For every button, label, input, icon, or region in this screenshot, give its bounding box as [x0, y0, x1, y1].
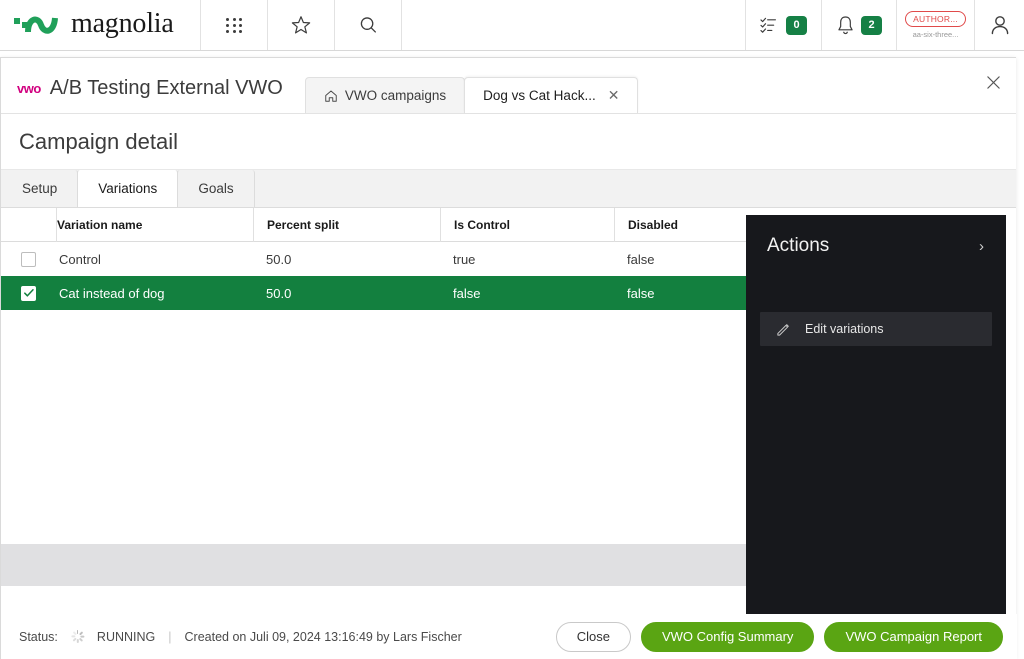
table-header-percent-split[interactable]: Percent split: [253, 208, 440, 242]
page-title: Campaign detail: [19, 129, 178, 155]
action-label: Edit variations: [805, 322, 884, 336]
dialog-subheader: vwo A/B Testing External VWO VWO campaig…: [1, 58, 1016, 114]
window-tab-close-icon[interactable]: ✕: [608, 87, 620, 104]
dialog-footer: Status: RUNNING | Created on Juli 09, 20…: [1, 614, 1017, 659]
cell-disabled: false: [614, 252, 747, 267]
table-header-disabled[interactable]: Disabled: [614, 208, 747, 242]
vwo-logo: vwo: [17, 81, 41, 96]
column-label: Is Control: [454, 218, 510, 232]
table-row[interactable]: Control 50.0 true false: [1, 242, 747, 276]
magnolia-logo-mark: [14, 12, 62, 38]
apps-launcher-button[interactable]: [200, 0, 267, 50]
notifications-button[interactable]: 2: [821, 0, 896, 50]
window-tab-strip: VWO campaigns Dog vs Cat Hack... ✕: [305, 77, 638, 113]
close-icon: [986, 75, 1001, 90]
tasks-button[interactable]: 0: [745, 0, 821, 50]
close-button[interactable]: Close: [556, 622, 631, 652]
variations-table: Variation name Percent split Is Control …: [1, 208, 747, 310]
window-tab-label: Dog vs Cat Hack...: [483, 88, 596, 103]
action-edit-variations[interactable]: Edit variations: [760, 312, 992, 346]
tab-goals[interactable]: Goals: [177, 170, 254, 207]
notifications-badge: 2: [861, 16, 882, 35]
search-icon: [357, 14, 379, 36]
tab-label: Variations: [98, 181, 157, 196]
user-menu-button[interactable]: [974, 0, 1024, 50]
cell-is-control: false: [440, 286, 614, 301]
topbar-right-group: 0 2 AUTHOR... aa-six-three...: [745, 0, 1024, 50]
tab-label: Goals: [198, 181, 233, 196]
instance-mode-pill: AUTHOR...: [905, 11, 966, 27]
window-tab-label: VWO campaigns: [345, 88, 446, 103]
status-value: RUNNING: [97, 630, 155, 644]
cell-is-control: true: [440, 252, 614, 267]
window-tab-dog-vs-cat[interactable]: Dog vs Cat Hack... ✕: [464, 77, 638, 113]
application-window: magnolia: [0, 0, 1024, 659]
pencil-icon: [776, 322, 791, 337]
grid-apps-icon: [225, 16, 243, 34]
footer-separator: |: [168, 630, 171, 644]
favorites-button[interactable]: [267, 0, 334, 50]
bell-icon: [836, 15, 855, 35]
spinner-icon: [71, 630, 84, 643]
status-group: Status: RUNNING | Created on Juli 09, 20…: [19, 630, 462, 644]
tasks-checklist-icon: [760, 16, 780, 34]
content-tab-bar: Setup Variations Goals: [1, 170, 1016, 208]
table-footer-strip: [1, 544, 747, 586]
global-top-bar: magnolia: [0, 0, 1024, 51]
row-select-cell[interactable]: [1, 286, 56, 301]
created-info: Created on Juli 09, 2024 13:16:49 by Lar…: [185, 630, 462, 644]
cell-variation-name: Cat instead of dog: [56, 286, 253, 301]
table-header-select: [1, 208, 56, 242]
vwo-config-summary-button[interactable]: VWO Config Summary: [641, 622, 814, 652]
chevron-right-icon[interactable]: ›: [979, 238, 984, 255]
home-icon: [324, 89, 338, 103]
status-label: Status:: [19, 630, 58, 644]
column-label: Variation name: [57, 218, 142, 232]
instance-indicator[interactable]: AUTHOR... aa-six-three...: [896, 0, 974, 50]
table-header-variation-name[interactable]: Variation name: [56, 208, 253, 242]
user-avatar-icon: [988, 13, 1012, 37]
app-title: A/B Testing External VWO: [50, 77, 283, 100]
window-tab-vwo-campaigns[interactable]: VWO campaigns: [305, 77, 465, 113]
cell-disabled: false: [614, 286, 747, 301]
instance-host-label: aa-six-three...: [913, 30, 959, 39]
campaign-detail-dialog: vwo A/B Testing External VWO VWO campaig…: [0, 57, 1016, 659]
check-icon: [23, 287, 35, 299]
app-title-group: vwo A/B Testing External VWO: [17, 77, 283, 113]
cell-percent-split: 50.0: [253, 286, 440, 301]
footer-buttons: Close VWO Config Summary VWO Campaign Re…: [556, 622, 1003, 652]
row-checkbox[interactable]: [21, 286, 36, 301]
magnolia-logo[interactable]: magnolia: [0, 0, 200, 50]
actions-title: Actions: [767, 235, 829, 257]
table-header-row: Variation name Percent split Is Control …: [1, 208, 747, 242]
cell-percent-split: 50.0: [253, 252, 440, 267]
tasks-badge: 0: [786, 16, 807, 35]
page-title-bar: Campaign detail: [1, 114, 1016, 170]
tab-setup[interactable]: Setup: [2, 170, 78, 207]
table-row[interactable]: Cat instead of dog 50.0 false false: [1, 276, 747, 310]
row-select-cell[interactable]: [1, 252, 56, 267]
star-icon: [290, 14, 312, 36]
column-label: Disabled: [628, 218, 678, 232]
actions-panel-header: Actions ›: [746, 215, 1006, 257]
search-button[interactable]: [334, 0, 401, 50]
cell-variation-name: Control: [56, 252, 253, 267]
tab-label: Setup: [22, 181, 57, 196]
actions-panel: Actions › Edit variations: [746, 215, 1006, 614]
table-header-is-control[interactable]: Is Control: [440, 208, 614, 242]
vwo-campaign-report-button[interactable]: VWO Campaign Report: [824, 622, 1003, 652]
magnolia-wordmark: magnolia: [71, 10, 174, 38]
dialog-close-button[interactable]: [978, 67, 1008, 97]
row-checkbox[interactable]: [21, 252, 36, 267]
tab-variations[interactable]: Variations: [77, 170, 178, 207]
topbar-spacer: [401, 0, 745, 50]
column-label: Percent split: [267, 218, 339, 232]
